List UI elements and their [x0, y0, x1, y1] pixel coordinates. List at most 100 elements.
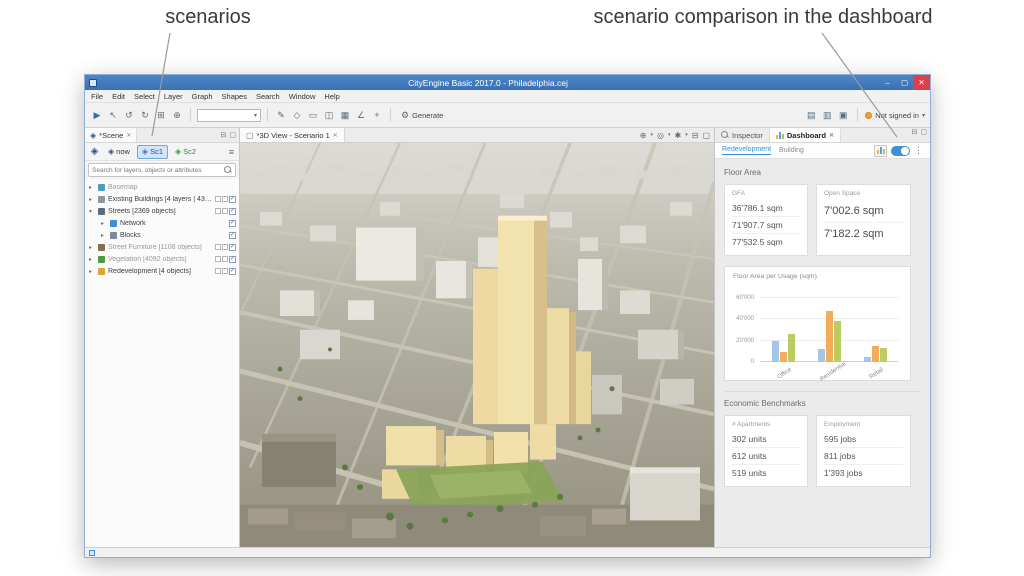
measure-tool-icon[interactable]: ∠: [354, 108, 368, 122]
menu-item-window[interactable]: Window: [289, 92, 316, 101]
redo-icon[interactable]: ↻: [138, 108, 152, 122]
select-icon[interactable]: ↖: [106, 108, 120, 122]
menu-item-shapes[interactable]: Shapes: [222, 92, 247, 101]
add-chart-button[interactable]: [874, 144, 887, 157]
kebab-menu-icon[interactable]: ⋮: [914, 145, 923, 156]
minimize-panel-icon[interactable]: ⊟: [692, 131, 699, 140]
close-icon[interactable]: ✕: [333, 132, 338, 139]
maximize-panel-icon[interactable]: ▢: [229, 131, 236, 139]
minimize-panel-icon[interactable]: ⊟: [912, 128, 918, 142]
tab-dashboard[interactable]: Dashboard ✕: [769, 128, 842, 142]
toolbar-search-combo[interactable]: ▾: [197, 108, 261, 122]
print-icon[interactable]: ▣: [836, 108, 850, 122]
menu-item-file[interactable]: File: [91, 92, 103, 101]
polygon-tool-icon[interactable]: ◇: [290, 108, 304, 122]
layer-lock-icon[interactable]: [222, 244, 228, 250]
titlebar[interactable]: CityEngine Basic 2017.0 - Philadelphia.c…: [85, 75, 930, 90]
viewport-3d[interactable]: [240, 143, 714, 547]
bookmark-icon[interactable]: ✱: [675, 131, 682, 140]
scenario-button-now[interactable]: ◈ now: [103, 145, 135, 159]
chevron-right-icon[interactable]: ▸: [89, 268, 95, 275]
maximize-button[interactable]: ▢: [896, 75, 913, 90]
chevron-right-icon[interactable]: ▸: [101, 220, 107, 227]
menu-item-edit[interactable]: Edit: [112, 92, 125, 101]
menu-item-graph[interactable]: Graph: [192, 92, 213, 101]
minimize-panel-icon[interactable]: ⊟: [221, 131, 227, 139]
offset-tool-icon[interactable]: ◫: [322, 108, 336, 122]
frame-icon[interactable]: ⊞: [154, 108, 168, 122]
city-scene: [240, 143, 714, 547]
layer-search-input[interactable]: [92, 166, 224, 174]
zoom-icon[interactable]: ⊕: [170, 108, 184, 122]
layer-lock-icon[interactable]: [222, 208, 228, 214]
close-button[interactable]: ✕: [913, 75, 930, 90]
layer-visibility-checkbox[interactable]: ✓: [229, 267, 236, 275]
layer-isolate-icon[interactable]: [215, 244, 221, 250]
snap-tool-icon[interactable]: +: [370, 108, 384, 122]
menu-item-layer[interactable]: Layer: [164, 92, 183, 101]
scenario-button-sc2[interactable]: ◈ Sc2: [170, 145, 201, 159]
layer-lock-icon[interactable]: [222, 268, 228, 274]
tree-row-existing-buildings[interactable]: ▸ Existing Buildings [4 layers | 4332 ✓: [85, 193, 239, 205]
annotation-scenarios: scenarios: [165, 6, 251, 28]
tree-row-vegetation[interactable]: ▸ Vegetation [4092 objects] ✓: [85, 253, 239, 265]
tab-inspector[interactable]: Inspector: [715, 128, 770, 142]
tab-3d-view[interactable]: ▢ *3D View - Scenario 1 ✕: [240, 128, 345, 142]
chevron-right-icon[interactable]: ▸: [101, 232, 107, 239]
app-icon: [89, 78, 97, 87]
layer-visibility-checkbox[interactable]: ✓: [229, 195, 236, 203]
tree-row-street-furniture[interactable]: ▸ Street Furniture [1108 objects] ✓: [85, 241, 239, 253]
layer-isolate-icon[interactable]: [215, 268, 221, 274]
layer-lock-icon[interactable]: [222, 256, 228, 262]
menu-item-help[interactable]: Help: [324, 92, 339, 101]
minimize-button[interactable]: –: [879, 75, 896, 90]
table-icon[interactable]: ▥: [820, 108, 834, 122]
layout-icon[interactable]: ▤: [804, 108, 818, 122]
panel-controls: ⊟ ▢: [221, 131, 240, 139]
subtab-building[interactable]: Building: [779, 147, 804, 154]
tab-scene[interactable]: ◈ *Scene ✕: [85, 128, 138, 142]
layer-visibility-checkbox[interactable]: ✓: [229, 243, 236, 251]
chevron-right-icon[interactable]: ▸: [89, 244, 95, 251]
camera-icon[interactable]: ◎: [657, 131, 664, 140]
tree-row-network[interactable]: ▸ Network ✓: [85, 217, 239, 229]
menu-item-select[interactable]: Select: [134, 92, 155, 101]
maximize-panel-icon[interactable]: ▢: [702, 131, 710, 140]
chevron-down-icon[interactable]: ▾: [89, 208, 95, 215]
chevron-right-icon[interactable]: ▸: [89, 196, 95, 203]
run-icon[interactable]: ▶: [90, 108, 104, 122]
scenarios-stack-icon[interactable]: ◈: [88, 146, 101, 157]
layer-lock-icon[interactable]: [222, 196, 228, 202]
scenario-bar: ◈ ◈ now ◈ Sc1 ◈ Sc2 ≡: [85, 143, 239, 161]
maximize-panel-icon[interactable]: ▢: [920, 128, 927, 142]
scenario-comparison-toggle[interactable]: [891, 145, 910, 156]
close-icon[interactable]: ✕: [126, 132, 131, 139]
layer-isolate-icon[interactable]: [215, 196, 221, 202]
navigation-icon[interactable]: ⊕: [640, 131, 647, 140]
generate-button[interactable]: ⚙ Generate: [397, 110, 447, 121]
metric-value: 7'002.6 sqm: [824, 200, 903, 223]
layer-isolate-icon[interactable]: [215, 256, 221, 262]
layer-isolate-icon[interactable]: [215, 208, 221, 214]
chevron-right-icon[interactable]: ▸: [89, 184, 95, 191]
close-icon[interactable]: ✕: [829, 132, 834, 139]
chevron-right-icon[interactable]: ▸: [89, 256, 95, 263]
menu-item-search[interactable]: Search: [256, 92, 280, 101]
network-icon: [110, 219, 117, 227]
tree-row-redevelopment[interactable]: ▸ Redevelopment [4 objects] ✓: [85, 265, 239, 277]
tree-row-blocks[interactable]: ▸ Blocks ✓: [85, 229, 239, 241]
layer-visibility-checkbox[interactable]: ✓: [229, 219, 236, 227]
tree-row-basemap[interactable]: ▸ Basemap: [85, 181, 239, 193]
subtab-redevelopment[interactable]: Redevelopment: [722, 146, 772, 155]
rect-tool-icon[interactable]: ▭: [306, 108, 320, 122]
layer-visibility-checkbox[interactable]: ✓: [229, 231, 236, 239]
layer-visibility-checkbox[interactable]: ✓: [229, 207, 236, 215]
draw-street-icon[interactable]: ✎: [274, 108, 288, 122]
scenario-button-sc1[interactable]: ◈ Sc1: [136, 144, 169, 159]
texture-tool-icon[interactable]: ▦: [338, 108, 352, 122]
undo-icon[interactable]: ↺: [122, 108, 136, 122]
layer-visibility-checkbox[interactable]: ✓: [229, 255, 236, 263]
tree-row-streets[interactable]: ▾ Streets [2369 objects] ✓: [85, 205, 239, 217]
signin-button[interactable]: Not signed in ▾: [865, 111, 925, 120]
scenario-manager-icon[interactable]: ≡: [229, 147, 236, 157]
